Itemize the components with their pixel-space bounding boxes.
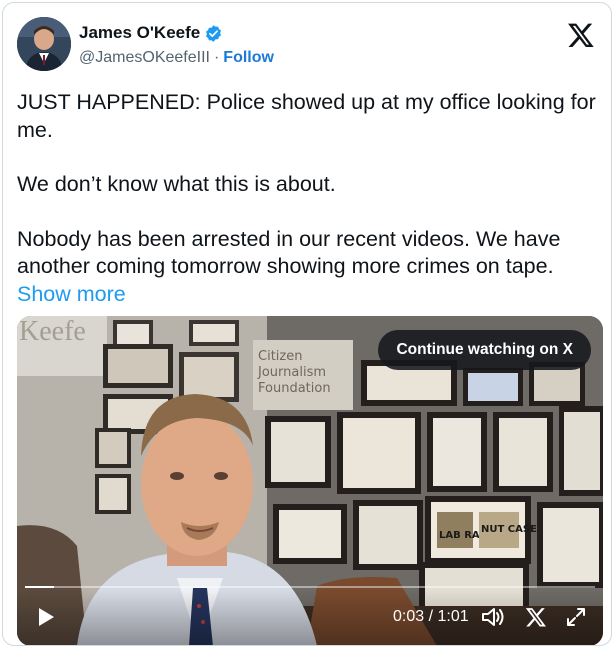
tweet-header: James O'Keefe @JamesOKeefeIII · Follow — [17, 17, 597, 75]
tweet-card: James O'Keefe @JamesOKeefeIII · Follow J — [2, 2, 612, 646]
x-logo-icon[interactable] — [567, 21, 595, 49]
play-icon[interactable] — [35, 606, 57, 628]
tweet-paragraph: We don’t know what this is about. — [17, 172, 336, 196]
verified-badge-icon — [204, 24, 223, 43]
tweet-paragraph-text: Nobody has been arrested in our recent v… — [17, 226, 561, 279]
time-separator: / — [428, 608, 434, 625]
video-player[interactable]: Keefe Citizen Journalism Foundation LAB … — [17, 316, 603, 645]
show-more-link[interactable]: Show more — [17, 282, 126, 306]
time-total: 1:01 — [437, 608, 469, 625]
time-current: 0:03 — [393, 608, 425, 625]
wall-sign-line: Foundation — [258, 381, 331, 396]
tweet-paragraph: Nobody has been arrested in our recent v… — [17, 226, 597, 309]
tweet-paragraph: JUST HAPPENED: Police showed up at my of… — [17, 90, 596, 142]
author-display-name[interactable]: James O'Keefe — [79, 23, 200, 43]
video-time: 0:03 / 1:01 — [393, 608, 469, 626]
svg-text:Keefe: Keefe — [19, 316, 86, 347]
fullscreen-icon[interactable] — [565, 606, 587, 628]
video-progress-bar[interactable] — [25, 586, 595, 588]
separator-dot: · — [213, 49, 220, 66]
continue-watching-button[interactable]: Continue watching on X — [378, 330, 591, 370]
volume-icon[interactable] — [481, 606, 505, 628]
author-info: James O'Keefe @JamesOKeefeIII · Follow — [79, 23, 274, 67]
video-controls: 0:03 / 1:01 — [17, 590, 603, 645]
wall-sign-line: Journalism — [257, 365, 326, 380]
author-avatar[interactable] — [17, 17, 71, 71]
video-progress-fill — [25, 586, 54, 588]
wall-sign-line: Citizen — [258, 349, 302, 364]
author-handle[interactable]: @JamesOKeefeIII — [79, 49, 210, 67]
newspaper-headline: NUT CASE — [481, 524, 537, 535]
tweet-text: JUST HAPPENED: Police showed up at my of… — [17, 89, 597, 308]
x-share-icon[interactable] — [525, 606, 547, 628]
follow-button[interactable]: Follow — [223, 49, 274, 67]
newspaper-headline: LAB RAT — [439, 530, 486, 541]
